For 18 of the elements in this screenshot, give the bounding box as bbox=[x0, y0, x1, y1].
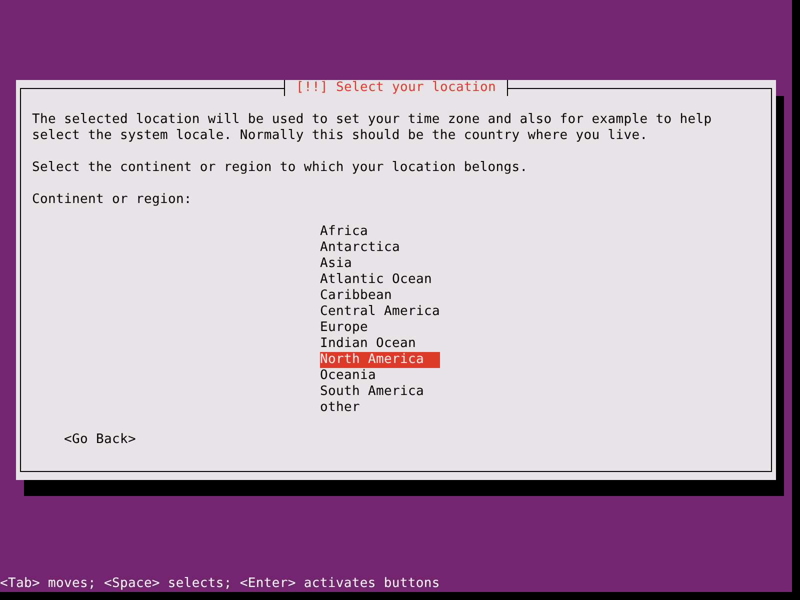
region-option[interactable]: other bbox=[320, 400, 440, 416]
dialog-title: [!!] Select your location bbox=[284, 80, 508, 96]
region-option[interactable]: Asia bbox=[320, 256, 440, 272]
region-option[interactable]: Africa bbox=[320, 224, 440, 240]
prompt-text: Select the continent or region to which your location belongs. bbox=[32, 160, 528, 176]
region-option[interactable]: Antarctica bbox=[320, 240, 440, 256]
region-option[interactable]: Oceania bbox=[320, 368, 440, 384]
keyboard-hint-text: <Tab> moves; <Space> selects; <Enter> activates buttons bbox=[0, 576, 440, 592]
region-option[interactable]: Indian Ocean bbox=[320, 336, 440, 352]
region-option[interactable]: Europe bbox=[320, 320, 440, 336]
description-text: The selected location will be used to set your time zone and also for example to help select the system locale. Normally this should be the country where you live. bbox=[32, 112, 713, 144]
go-back-button[interactable]: <Go Back> bbox=[64, 432, 136, 448]
region-option[interactable]: North America bbox=[320, 352, 440, 368]
region-option[interactable]: South America bbox=[320, 384, 440, 400]
region-option[interactable]: Caribbean bbox=[320, 288, 440, 304]
region-option[interactable]: Atlantic Ocean bbox=[320, 272, 440, 288]
region-option[interactable]: Central America bbox=[320, 304, 440, 320]
list-label: Continent or region: bbox=[32, 192, 192, 208]
